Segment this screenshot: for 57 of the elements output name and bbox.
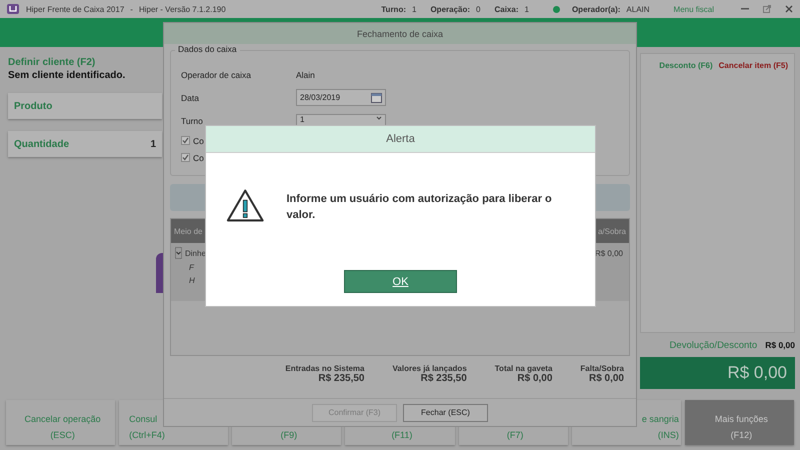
action-link[interactable]: Desconto (F6) <box>659 61 713 70</box>
status-label: Operação: <box>430 4 470 14</box>
total-value: R$ 235,50 <box>318 373 364 384</box>
operator-name: ALAIN <box>626 4 650 14</box>
app-version: Hiper - Versão 7.1.2.190 <box>138 4 226 14</box>
tree-toggle-icon[interactable] <box>175 247 182 259</box>
group-title: Dados do caixa <box>175 44 240 54</box>
column-header: Meio de <box>174 226 202 236</box>
status-dot <box>552 6 560 12</box>
app-title: Hiper Frente de Caixa 2017 <box>26 4 124 14</box>
calendar-icon <box>371 92 382 103</box>
alert-message: Informe um usuário com autorização para liberar o valor. <box>286 192 553 223</box>
close-icon[interactable] <box>784 4 794 14</box>
total-label: Entradas no Sistema <box>285 364 364 373</box>
ok-button[interactable]: OK <box>344 270 457 293</box>
total-amount: R$ 0,00 <box>640 357 795 389</box>
client-status: Sem cliente identificado. <box>8 70 126 81</box>
checkbox[interactable] <box>181 136 190 145</box>
status-value: 0 <box>476 4 480 14</box>
total-label: Valores já lançados <box>392 364 467 373</box>
caret-icon <box>376 115 382 121</box>
dialog-title: Fechamento de caixa <box>164 23 636 44</box>
total-label: Falta/Sobra <box>580 364 624 373</box>
action-link[interactable]: Cancelar item (F5) <box>718 61 788 70</box>
table-cell: F <box>189 263 194 272</box>
status-label: Caixa: <box>494 4 518 14</box>
table-cell: Dinhe <box>175 247 206 259</box>
input-field[interactable]: Produto <box>8 93 162 119</box>
input-field[interactable]: Quantidade 1 <box>8 131 162 157</box>
field-value: Alain <box>296 70 315 80</box>
return-value: R$ 0,00 <box>765 340 795 350</box>
status-label: Turno: <box>381 4 406 14</box>
app-logo-icon <box>6 3 20 15</box>
total-label: Total na gaveta <box>494 364 552 373</box>
date-field[interactable]: 28/03/2019 <box>296 89 386 106</box>
operator-label: Operador(a): <box>572 4 620 14</box>
total-value: R$ 0,00 <box>588 373 624 384</box>
checkbox-label: Co <box>193 136 204 146</box>
field-label: Turno <box>181 116 204 126</box>
column-header: a/Sobra <box>598 226 626 236</box>
alert-title: Alerta <box>206 126 595 153</box>
checkbox-label: Co <box>193 152 204 162</box>
checkbox[interactable] <box>181 153 190 162</box>
total-value: R$ 0,00 <box>517 373 552 384</box>
menu-fiscal-link[interactable]: Menu fiscal <box>674 4 714 14</box>
function-key-button[interactable]: Mais funções (F12) <box>684 400 794 445</box>
function-key-button[interactable]: Cancelar operação (ESC) <box>6 400 116 445</box>
total-value: R$ 235,50 <box>420 373 467 384</box>
title-separator: - <box>130 4 133 14</box>
status-value: 1 <box>524 4 529 14</box>
status-value: 1 <box>412 4 416 14</box>
return-label: Devolução/Desconto <box>670 340 758 350</box>
field-label: Data <box>181 92 200 102</box>
field-label: Operador de caixa <box>181 70 252 80</box>
dialog-button[interactable]: Fechar (ESC) <box>403 404 488 422</box>
warning-icon <box>226 188 264 224</box>
table-cell: H <box>189 276 195 285</box>
